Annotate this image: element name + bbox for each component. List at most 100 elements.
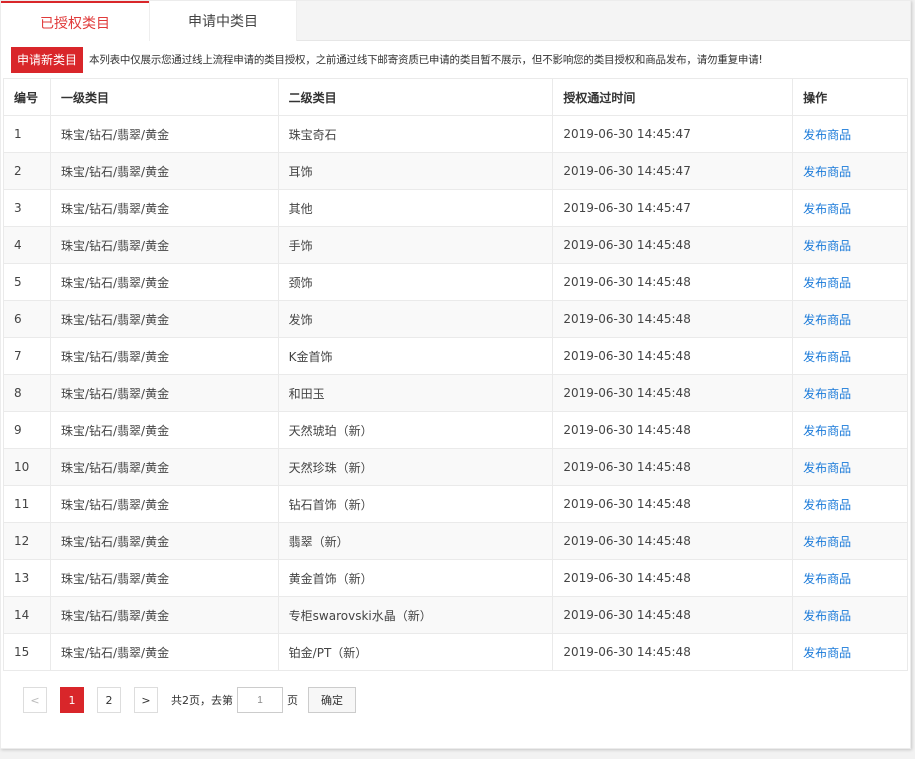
cell-cat2: K金首饰 bbox=[277, 337, 554, 375]
notice-bar: 申请新类目 本列表中仅展示您通过线上流程申请的类目授权，之前通过线下邮寄资质已申… bbox=[1, 41, 910, 78]
publish-product-link[interactable]: 发布商品 bbox=[803, 350, 851, 364]
cell-cat2: 专柜swarovski水晶（新） bbox=[277, 596, 554, 634]
table-row: 3 珠宝/钻石/翡翠/黄金 其他 2019-06-30 14:45:47 发布商品 bbox=[3, 189, 908, 227]
cell-time: 2019-06-30 14:45:48 bbox=[552, 226, 794, 264]
cell-id: 7 bbox=[3, 337, 51, 375]
publish-product-link[interactable]: 发布商品 bbox=[803, 128, 851, 142]
cell-action: 发布商品 bbox=[792, 522, 908, 560]
table-row: 4 珠宝/钻石/翡翠/黄金 手饰 2019-06-30 14:45:48 发布商品 bbox=[3, 226, 908, 264]
cell-time: 2019-06-30 14:45:47 bbox=[552, 152, 794, 190]
cell-action: 发布商品 bbox=[792, 263, 908, 301]
cell-cat2: 珠宝奇石 bbox=[277, 115, 554, 153]
tab-applying[interactable]: 申请中类目 bbox=[149, 1, 297, 41]
cell-time: 2019-06-30 14:45:48 bbox=[552, 337, 794, 375]
header-action: 操作 bbox=[792, 78, 908, 116]
cell-cat1: 珠宝/钻石/翡翠/黄金 bbox=[49, 448, 279, 486]
cell-cat1: 珠宝/钻石/翡翠/黄金 bbox=[49, 559, 279, 597]
publish-product-link[interactable]: 发布商品 bbox=[803, 535, 851, 549]
table-row: 12 珠宝/钻石/翡翠/黄金 翡翠（新） 2019-06-30 14:45:48 发布商… bbox=[3, 522, 908, 560]
cell-cat1: 珠宝/钻石/翡翠/黄金 bbox=[49, 263, 279, 301]
publish-product-link[interactable]: 发布商品 bbox=[803, 239, 851, 253]
table-row: 6 珠宝/钻石/翡翠/黄金 发饰 2019-06-30 14:45:48 发布商品 bbox=[3, 300, 908, 338]
notice-text: 本列表中仅展示您通过线上流程申请的类目授权，之前通过线下邮寄资质已申请的类目暂不… bbox=[89, 54, 763, 66]
cell-cat1: 珠宝/钻石/翡翠/黄金 bbox=[49, 300, 279, 338]
table-row: 5 珠宝/钻石/翡翠/黄金 颈饰 2019-06-30 14:45:48 发布商品 bbox=[3, 263, 908, 301]
cell-action: 发布商品 bbox=[792, 300, 908, 338]
tab-bar-spacer bbox=[297, 1, 910, 40]
apply-new-category-button[interactable]: 申请新类目 bbox=[11, 46, 84, 73]
cell-cat2: 和田玉 bbox=[277, 374, 554, 412]
cell-cat2: 黄金首饰（新） bbox=[277, 559, 554, 597]
table-row: 11 珠宝/钻石/翡翠/黄金 钻石首饰（新） 2019-06-30 14:45:48 发… bbox=[3, 485, 908, 523]
header-time: 授权通过时间 bbox=[552, 78, 794, 116]
header-cat2: 二级类目 bbox=[277, 78, 554, 116]
table-header-row: 编号 一级类目 二级类目 授权通过时间 操作 bbox=[3, 78, 908, 116]
cell-cat2: 颈饰 bbox=[277, 263, 554, 301]
cell-time: 2019-06-30 14:45:48 bbox=[552, 559, 794, 597]
cell-time: 2019-06-30 14:45:48 bbox=[552, 596, 794, 634]
cell-cat1: 珠宝/钻石/翡翠/黄金 bbox=[49, 337, 279, 375]
cell-id: 13 bbox=[3, 559, 51, 597]
cell-time: 2019-06-30 14:45:47 bbox=[552, 115, 794, 153]
publish-product-link[interactable]: 发布商品 bbox=[803, 461, 851, 475]
cell-id: 6 bbox=[3, 300, 51, 338]
cell-cat2: 手饰 bbox=[277, 226, 554, 264]
publish-product-link[interactable]: 发布商品 bbox=[803, 572, 851, 586]
table-row: 2 珠宝/钻石/翡翠/黄金 耳饰 2019-06-30 14:45:47 发布商品 bbox=[3, 152, 908, 190]
cell-action: 发布商品 bbox=[792, 226, 908, 264]
publish-product-link[interactable]: 发布商品 bbox=[803, 202, 851, 216]
cell-id: 12 bbox=[3, 522, 51, 560]
cell-time: 2019-06-30 14:45:48 bbox=[552, 374, 794, 412]
cell-id: 10 bbox=[3, 448, 51, 486]
cell-cat2: 翡翠（新） bbox=[277, 522, 554, 560]
publish-product-link[interactable]: 发布商品 bbox=[803, 646, 851, 660]
cell-action: 发布商品 bbox=[792, 189, 908, 227]
table-row: 1 珠宝/钻石/翡翠/黄金 珠宝奇石 2019-06-30 14:45:47 发布商品 bbox=[3, 115, 908, 153]
cell-time: 2019-06-30 14:45:48 bbox=[552, 300, 794, 338]
goto-confirm-button[interactable]: 确定 bbox=[308, 687, 356, 713]
cell-time: 2019-06-30 14:45:47 bbox=[552, 189, 794, 227]
cell-action: 发布商品 bbox=[792, 152, 908, 190]
cell-time: 2019-06-30 14:45:48 bbox=[552, 522, 794, 560]
category-panel: 已授权类目 申请中类目 申请新类目 本列表中仅展示您通过线上流程申请的类目授权，… bbox=[0, 0, 911, 749]
goto-page-input[interactable] bbox=[237, 687, 283, 713]
cell-id: 3 bbox=[3, 189, 51, 227]
cell-cat1: 珠宝/钻石/翡翠/黄金 bbox=[49, 226, 279, 264]
table-row: 8 珠宝/钻石/翡翠/黄金 和田玉 2019-06-30 14:45:48 发布商品 bbox=[3, 374, 908, 412]
publish-product-link[interactable]: 发布商品 bbox=[803, 313, 851, 327]
page-2-button[interactable]: 2 bbox=[97, 687, 121, 713]
publish-product-link[interactable]: 发布商品 bbox=[803, 498, 851, 512]
next-page-button[interactable]: > bbox=[134, 687, 158, 713]
cell-time: 2019-06-30 14:45:48 bbox=[552, 485, 794, 523]
publish-product-link[interactable]: 发布商品 bbox=[803, 276, 851, 290]
cell-action: 发布商品 bbox=[792, 337, 908, 375]
cell-action: 发布商品 bbox=[792, 115, 908, 153]
cell-action: 发布商品 bbox=[792, 633, 908, 671]
cell-action: 发布商品 bbox=[792, 411, 908, 449]
header-id: 编号 bbox=[3, 78, 51, 116]
cell-cat2: 钻石首饰（新） bbox=[277, 485, 554, 523]
tab-bar: 已授权类目 申请中类目 bbox=[1, 1, 910, 42]
cell-id: 1 bbox=[3, 115, 51, 153]
cell-cat1: 珠宝/钻石/翡翠/黄金 bbox=[49, 522, 279, 560]
publish-product-link[interactable]: 发布商品 bbox=[803, 165, 851, 179]
cell-cat1: 珠宝/钻石/翡翠/黄金 bbox=[49, 189, 279, 227]
page-1-button[interactable]: 1 bbox=[60, 687, 84, 713]
cell-cat2: 发饰 bbox=[277, 300, 554, 338]
prev-page-button[interactable]: < bbox=[23, 687, 47, 713]
publish-product-link[interactable]: 发布商品 bbox=[803, 609, 851, 623]
cell-cat2: 其他 bbox=[277, 189, 554, 227]
cell-id: 11 bbox=[3, 485, 51, 523]
cell-cat2: 铂金/PT（新） bbox=[277, 633, 554, 671]
publish-product-link[interactable]: 发布商品 bbox=[803, 387, 851, 401]
cell-cat2: 天然珍珠（新） bbox=[277, 448, 554, 486]
cell-id: 8 bbox=[3, 374, 51, 412]
table-row: 10 珠宝/钻石/翡翠/黄金 天然珍珠（新） 2019-06-30 14:45:48 发… bbox=[3, 448, 908, 486]
tab-authorized[interactable]: 已授权类目 bbox=[1, 1, 149, 42]
table-row: 13 珠宝/钻石/翡翠/黄金 黄金首饰（新） 2019-06-30 14:45:48 发… bbox=[3, 559, 908, 597]
cell-action: 发布商品 bbox=[792, 448, 908, 486]
cell-action: 发布商品 bbox=[792, 559, 908, 597]
table-row: 7 珠宝/钻石/翡翠/黄金 K金首饰 2019-06-30 14:45:48 发布商品 bbox=[3, 337, 908, 375]
cell-id: 4 bbox=[3, 226, 51, 264]
publish-product-link[interactable]: 发布商品 bbox=[803, 424, 851, 438]
